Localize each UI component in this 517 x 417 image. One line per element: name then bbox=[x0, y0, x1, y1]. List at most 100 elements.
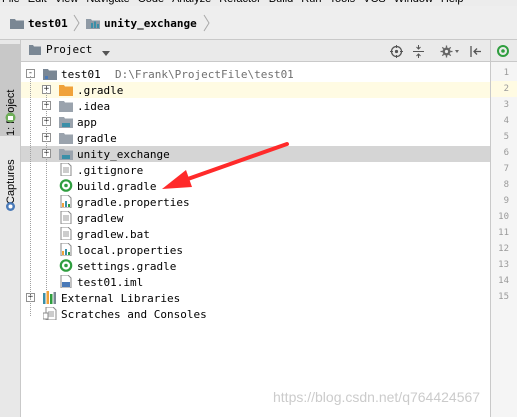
tree-item-label: build.gradle bbox=[77, 179, 157, 193]
folder-orange-icon bbox=[59, 83, 73, 96]
line-number: 12 bbox=[498, 244, 509, 254]
line-number: 14 bbox=[498, 276, 509, 286]
chevron-down-icon bbox=[102, 47, 111, 56]
tree-item-test01-iml[interactable]: test01.iml bbox=[21, 274, 490, 290]
navigation-bar: test01 unity_exchange bbox=[0, 6, 517, 40]
menu-item[interactable]: Run bbox=[301, 0, 321, 5]
android-icon bbox=[5, 112, 16, 123]
gear-icon[interactable] bbox=[439, 43, 461, 59]
tree-item-label: .idea bbox=[77, 99, 111, 113]
project-tree: - test01 D:\Frank\ProjectFile\test01 + .grad… bbox=[21, 62, 490, 417]
iml-file-icon bbox=[59, 274, 73, 289]
tree-item-label: .gitignore bbox=[77, 163, 144, 177]
tree-root-test01[interactable]: - test01 D:\Frank\ProjectFile\test01 bbox=[21, 66, 490, 82]
project-folder-icon bbox=[10, 18, 24, 29]
line-number: 8 bbox=[503, 180, 509, 190]
line-number: 4 bbox=[503, 116, 509, 126]
properties-file-icon bbox=[59, 194, 73, 209]
tree-item-local-properties[interactable]: local.properties bbox=[21, 242, 490, 258]
menu-item[interactable]: Build bbox=[269, 0, 293, 5]
menu-item[interactable]: Edit bbox=[28, 0, 47, 5]
breadcrumb-label: test01 bbox=[28, 16, 68, 30]
project-view-selector[interactable]: Project bbox=[29, 43, 111, 56]
editor-tab-strip bbox=[491, 40, 517, 62]
line-number: 9 bbox=[503, 196, 509, 206]
line-number: 6 bbox=[503, 148, 509, 158]
gradle-icon[interactable] bbox=[497, 45, 509, 57]
left-tool-strip: 1: Project Captures bbox=[0, 40, 21, 417]
breadcrumb-separator-icon bbox=[203, 14, 210, 32]
menu-item[interactable]: Code bbox=[138, 0, 164, 5]
line-number: 15 bbox=[498, 292, 509, 302]
tree-item-label: test01 bbox=[61, 67, 101, 81]
tree-item-gitignore[interactable]: .gitignore bbox=[21, 162, 490, 178]
tree-item-label: unity_exchange bbox=[77, 147, 170, 161]
tree-item-label: gradlew.bat bbox=[77, 227, 150, 241]
tree-item-label: .gradle bbox=[77, 83, 124, 97]
menu-item[interactable]: Help bbox=[441, 0, 464, 5]
line-number: 7 bbox=[503, 164, 509, 174]
gradle-icon bbox=[59, 179, 73, 192]
tree-item-label: gradle.properties bbox=[77, 195, 190, 209]
breadcrumb-label: unity_exchange bbox=[104, 16, 197, 30]
folder-icon bbox=[59, 99, 73, 112]
text-file-icon bbox=[59, 210, 73, 225]
tree-item-external-libraries[interactable]: + External Libraries bbox=[21, 290, 490, 306]
collapse-all-icon[interactable] bbox=[410, 43, 426, 59]
line-number: 10 bbox=[498, 212, 509, 222]
menu-item[interactable]: VCS bbox=[363, 0, 386, 5]
line-number: 1 bbox=[503, 68, 509, 78]
menu-item[interactable]: View bbox=[55, 0, 79, 5]
tree-item-gradlew[interactable]: gradlew bbox=[21, 210, 490, 226]
tree-item-gradlew-bat[interactable]: gradlew.bat bbox=[21, 226, 490, 242]
module-folder-icon bbox=[86, 18, 100, 29]
tab-captures-label: Captures bbox=[4, 159, 17, 204]
watermark: https://blog.csdn.net/q764424567 bbox=[273, 389, 481, 405]
project-folder-icon bbox=[29, 44, 41, 55]
tree-item-label: app bbox=[77, 115, 97, 129]
line-number: 2 bbox=[503, 84, 509, 94]
gradle-icon bbox=[59, 259, 73, 272]
tree-guide-line bbox=[46, 92, 47, 290]
tree-item-gradle[interactable]: + gradle bbox=[21, 130, 490, 146]
folder-icon bbox=[59, 131, 73, 144]
menu-items: File Edit View Navigate Code Analyze Refactor B… bbox=[2, 0, 464, 5]
module-folder-icon bbox=[59, 115, 73, 128]
text-file-icon bbox=[59, 162, 73, 177]
tree-item-gradle[interactable]: + .gradle bbox=[21, 82, 490, 98]
project-panel-title: Project bbox=[46, 43, 93, 56]
text-file-icon bbox=[59, 226, 73, 241]
locate-icon[interactable] bbox=[388, 43, 404, 59]
tree-item-gradle-properties[interactable]: gradle.properties bbox=[21, 194, 490, 210]
menu-item[interactable]: File bbox=[2, 0, 20, 5]
tree-item-unity-exchange[interactable]: + unity_exchange bbox=[21, 146, 490, 162]
hide-icon[interactable] bbox=[467, 43, 483, 59]
tree-item-app[interactable]: + app bbox=[21, 114, 490, 130]
tree-item-label: local.properties bbox=[77, 243, 183, 257]
breadcrumb-separator-icon bbox=[73, 14, 80, 32]
tree-item-scratches[interactable]: Scratches and Consoles bbox=[21, 306, 490, 322]
menu-item[interactable]: Refactor bbox=[219, 0, 261, 5]
tree-item-label: Scratches and Consoles bbox=[61, 307, 207, 321]
tree-item-label: External Libraries bbox=[61, 291, 181, 305]
tree-item-label: test01.iml bbox=[77, 275, 144, 289]
tree-item-idea[interactable]: + .idea bbox=[21, 98, 490, 114]
tab-captures[interactable]: Captures bbox=[0, 144, 21, 204]
menu-item[interactable]: Window bbox=[394, 0, 433, 5]
menu-item[interactable]: Navigate bbox=[86, 0, 129, 5]
tree-item-build-gradle[interactable]: build.gradle bbox=[21, 178, 490, 194]
breadcrumb-item-test01[interactable]: test01 bbox=[10, 15, 68, 31]
menu-item[interactable]: Analyze bbox=[172, 0, 211, 5]
tree-item-label: settings.gradle bbox=[77, 259, 177, 273]
tree-item-path: D:\Frank\ProjectFile\test01 bbox=[115, 67, 294, 81]
tree-item-label: gradlew bbox=[77, 211, 124, 225]
line-number: 11 bbox=[498, 228, 509, 238]
editor-gutter: 1 2 3 4 5 6 7 8 9 10 11 12 13 14 15 bbox=[490, 40, 517, 417]
tree-item-settings-gradle[interactable]: settings.gradle bbox=[21, 258, 490, 274]
project-folder-icon bbox=[43, 67, 57, 80]
scratches-icon bbox=[42, 306, 57, 321]
menu-item[interactable]: Tools bbox=[329, 0, 355, 5]
breadcrumb-item-unity-exchange[interactable]: unity_exchange bbox=[86, 15, 197, 31]
tab-project-label: 1: Project bbox=[4, 89, 17, 136]
tree-guide-line bbox=[30, 76, 31, 316]
